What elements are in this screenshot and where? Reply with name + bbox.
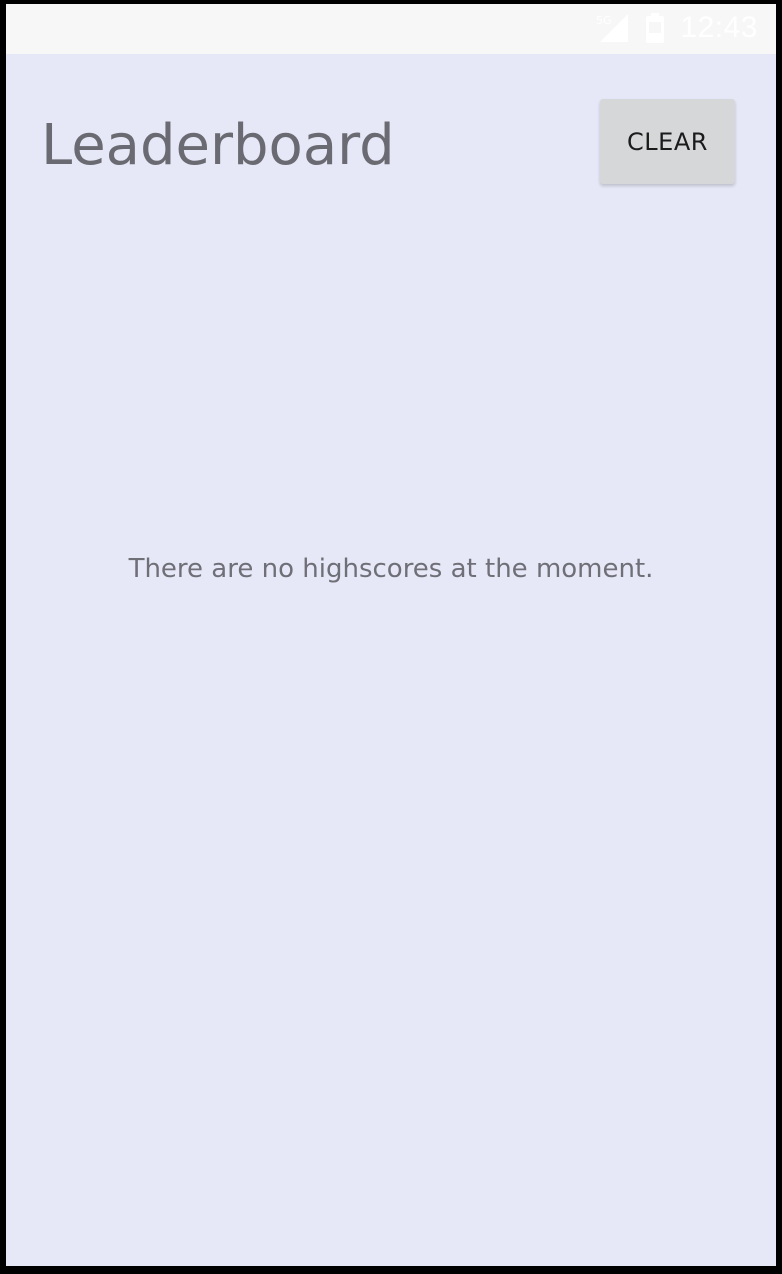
clear-button[interactable]: CLEAR <box>600 99 735 184</box>
app-screen: 5G 12:43 Leaderboard CLEAR There are no … <box>6 4 776 1266</box>
signal-icon: 5G <box>596 14 629 42</box>
page-title: Leaderboard <box>41 113 395 178</box>
status-clock: 12:43 <box>680 11 758 44</box>
empty-leaderboard-message: There are no highscores at the moment. <box>128 554 654 584</box>
battery-icon <box>646 13 665 43</box>
network-type-label: 5G <box>596 14 612 27</box>
status-bar: 5G 12:43 <box>6 4 776 54</box>
status-icons: 5G 12:43 <box>596 8 758 48</box>
